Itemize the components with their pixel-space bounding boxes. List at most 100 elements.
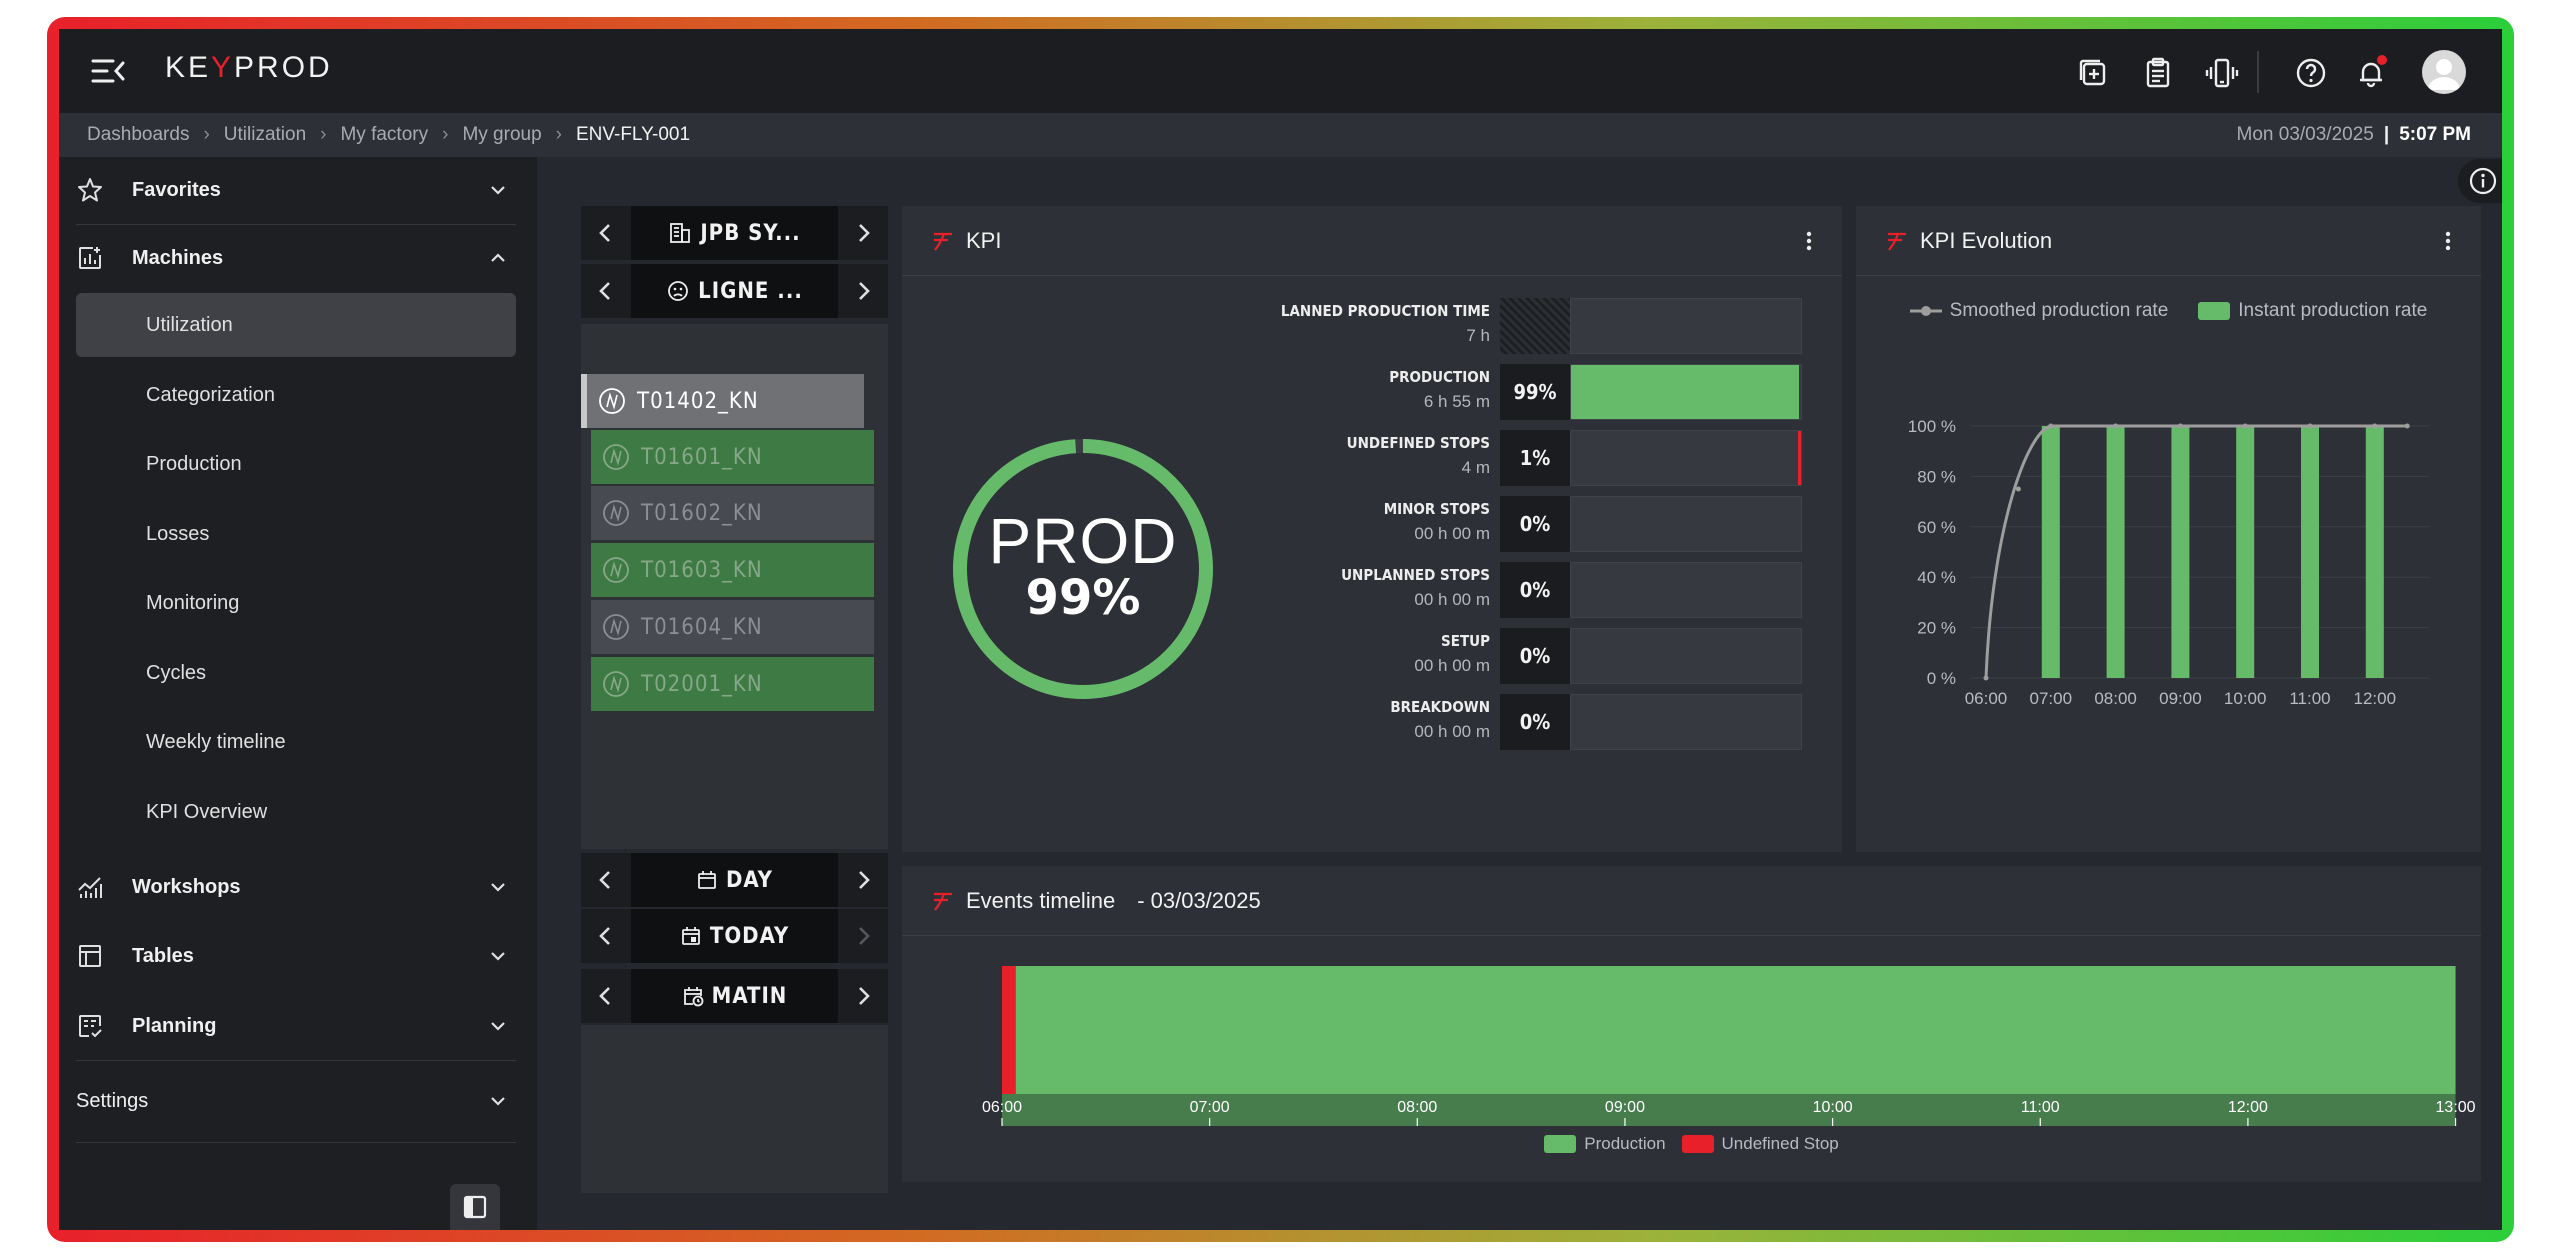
previous-line-icon[interactable] bbox=[581, 264, 629, 318]
machine-item[interactable]: T01602_KN bbox=[591, 486, 874, 540]
app-window: KEYPROD Dashboards › Utilization › My fa bbox=[59, 29, 2502, 1230]
line-selector-label: LIGNE ... bbox=[698, 278, 803, 304]
chevron-down-icon bbox=[491, 952, 505, 961]
sidebar-item-cycles[interactable]: Cycles bbox=[76, 641, 516, 705]
breadcrumb-factory[interactable]: My factory bbox=[340, 124, 428, 146]
smoothed-rate-point[interactable] bbox=[2307, 423, 2313, 429]
add-dashboard-icon[interactable] bbox=[2075, 55, 2111, 91]
kpi-row-duration: 00 h 00 m bbox=[1414, 722, 1490, 741]
sidebar-item-weekly-timeline[interactable]: Weekly timeline bbox=[76, 710, 516, 774]
next-shift-icon[interactable] bbox=[840, 969, 888, 1023]
collapse-sidebar-icon[interactable] bbox=[450, 1184, 500, 1230]
notification-bell-icon[interactable] bbox=[2353, 55, 2389, 91]
sidebar-favorites[interactable]: Favorites bbox=[76, 157, 516, 223]
instant-rate-bar[interactable] bbox=[2236, 426, 2255, 678]
smoothed-rate-point[interactable] bbox=[2242, 423, 2248, 429]
machine-item[interactable]: T01402_KN bbox=[581, 374, 864, 428]
info-icon[interactable] bbox=[2458, 159, 2502, 203]
sidebar-item-utilization[interactable]: Utilization bbox=[76, 293, 516, 357]
sidebar-item-kpi-overview[interactable]: KPI Overview bbox=[76, 780, 516, 844]
sidebar-item-losses[interactable]: Losses bbox=[76, 502, 516, 566]
previous-site-icon[interactable] bbox=[581, 206, 629, 260]
kpi-row: BREAKDOWN 00 h 00 m 0% bbox=[1252, 694, 1812, 750]
instant-rate-bar[interactable] bbox=[2301, 426, 2319, 678]
next-period-icon[interactable] bbox=[840, 853, 888, 907]
legend-smoothed-label: Smoothed production rate bbox=[1949, 300, 2169, 321]
sidebar-planning[interactable]: Planning bbox=[76, 993, 516, 1059]
next-site-icon[interactable] bbox=[840, 206, 888, 260]
legend-instant[interactable]: Instant production rate bbox=[2198, 300, 2427, 322]
legend-undefined-swatch bbox=[1681, 1135, 1714, 1153]
timeline-tick-label: 06:00 bbox=[982, 1099, 1022, 1116]
timeline-segment-production[interactable] bbox=[1015, 966, 2456, 1094]
legend-undefined-stop[interactable]: Undefined Stop bbox=[1681, 1134, 1839, 1154]
machine-item[interactable]: T02001_KN bbox=[591, 657, 874, 711]
instant-rate-bar[interactable] bbox=[2365, 426, 2384, 678]
sidebar-item-categorization[interactable]: Categorization bbox=[76, 363, 516, 427]
kpi-evolution-menu-icon[interactable] bbox=[2435, 228, 2461, 254]
kpi-row-bar-track bbox=[1570, 694, 1802, 750]
datetime-separator: | bbox=[2383, 124, 2390, 145]
menu-toggle-icon[interactable] bbox=[91, 55, 127, 87]
machine-item[interactable]: T01603_KN bbox=[591, 543, 874, 597]
smoothed-rate-point[interactable] bbox=[2404, 423, 2410, 429]
day-selector-value[interactable]: TODAY bbox=[631, 909, 838, 963]
smoothed-rate-point[interactable] bbox=[2177, 423, 2183, 429]
next-line-icon[interactable] bbox=[840, 264, 888, 318]
period-selector-value[interactable]: DAY bbox=[631, 853, 838, 907]
table-icon bbox=[79, 945, 101, 967]
user-avatar[interactable] bbox=[2422, 50, 2466, 94]
instant-rate-bar[interactable] bbox=[2106, 426, 2125, 678]
breadcrumb-group[interactable]: My group bbox=[462, 124, 541, 146]
timeline-tick-label: 13:00 bbox=[2436, 1099, 2476, 1116]
previous-shift-icon[interactable] bbox=[581, 969, 629, 1023]
sidebar-item-production[interactable]: Production bbox=[76, 432, 516, 496]
machine-item[interactable]: T01604_KN bbox=[591, 600, 874, 654]
site-selector-value[interactable]: JPB SY... bbox=[631, 206, 838, 260]
kpi-menu-icon[interactable] bbox=[1796, 228, 1822, 254]
timeline-tick-label: 07:00 bbox=[1190, 1099, 1230, 1116]
breadcrumb-utilization[interactable]: Utilization bbox=[224, 124, 306, 146]
machine-status-icon bbox=[603, 444, 629, 470]
kpi-row-bar-track bbox=[1570, 364, 1802, 420]
sidebar-workshops[interactable]: Workshops bbox=[76, 854, 516, 920]
calendar-clock-icon bbox=[683, 987, 704, 1007]
kpi-row: PRODUCTION 6 h 55 m 99% bbox=[1252, 364, 1812, 420]
sidebar-workshops-label: Workshops bbox=[132, 875, 241, 898]
smoothed-rate-point[interactable] bbox=[2372, 423, 2378, 429]
instant-rate-bar[interactable] bbox=[2171, 426, 2190, 678]
sidebar-tables[interactable]: Tables bbox=[76, 923, 516, 989]
breadcrumb-dashboards[interactable]: Dashboards bbox=[87, 124, 189, 146]
kpi-row-percent: 0% bbox=[1500, 562, 1570, 618]
workshop-chart-icon bbox=[78, 877, 102, 898]
x-tick-label: 06:00 bbox=[1965, 689, 2008, 708]
shift-selector: MATIN bbox=[581, 969, 888, 1023]
instant-rate-bar[interactable] bbox=[2041, 426, 2060, 678]
sad-face-icon bbox=[668, 281, 689, 301]
legend-production[interactable]: Production bbox=[1544, 1134, 1666, 1154]
shift-selector-value[interactable]: MATIN bbox=[631, 969, 838, 1023]
sidebar-machines[interactable]: Machines bbox=[76, 225, 516, 291]
clipboard-icon[interactable] bbox=[2140, 55, 2176, 91]
line-selector-value[interactable]: LIGNE ... bbox=[631, 264, 838, 318]
smoothed-rate-point[interactable] bbox=[2048, 423, 2054, 429]
legend-smoothed[interactable]: Smoothed production rate bbox=[1909, 300, 2169, 322]
legend-production-swatch bbox=[1544, 1135, 1577, 1153]
keyprod-logo[interactable]: KEYPROD bbox=[165, 51, 333, 85]
kpi-row-bar-track bbox=[1570, 628, 1802, 684]
help-icon[interactable] bbox=[2293, 55, 2329, 91]
sidebar-item-monitoring[interactable]: Monitoring bbox=[76, 571, 516, 635]
vibrating-phone-icon[interactable] bbox=[2204, 55, 2240, 91]
sidebar-settings[interactable]: Settings bbox=[76, 1068, 516, 1134]
previous-period-icon[interactable] bbox=[581, 853, 629, 907]
smoothed-rate-point[interactable] bbox=[1983, 675, 1989, 681]
events-timeline-date: - 03/03/2025 bbox=[1137, 887, 1261, 913]
timeline-tick-label: 08:00 bbox=[1397, 1099, 1437, 1116]
timeline-segment-undefined[interactable] bbox=[1002, 966, 1016, 1094]
previous-day-icon[interactable] bbox=[581, 909, 629, 963]
kpi-row-duration: 7 h bbox=[1466, 326, 1490, 345]
smoothed-rate-point[interactable] bbox=[2015, 486, 2021, 492]
smoothed-rate-point[interactable] bbox=[2113, 423, 2119, 429]
machine-name: T01601_KN bbox=[641, 444, 763, 470]
machine-item[interactable]: T01601_KN bbox=[591, 430, 874, 484]
